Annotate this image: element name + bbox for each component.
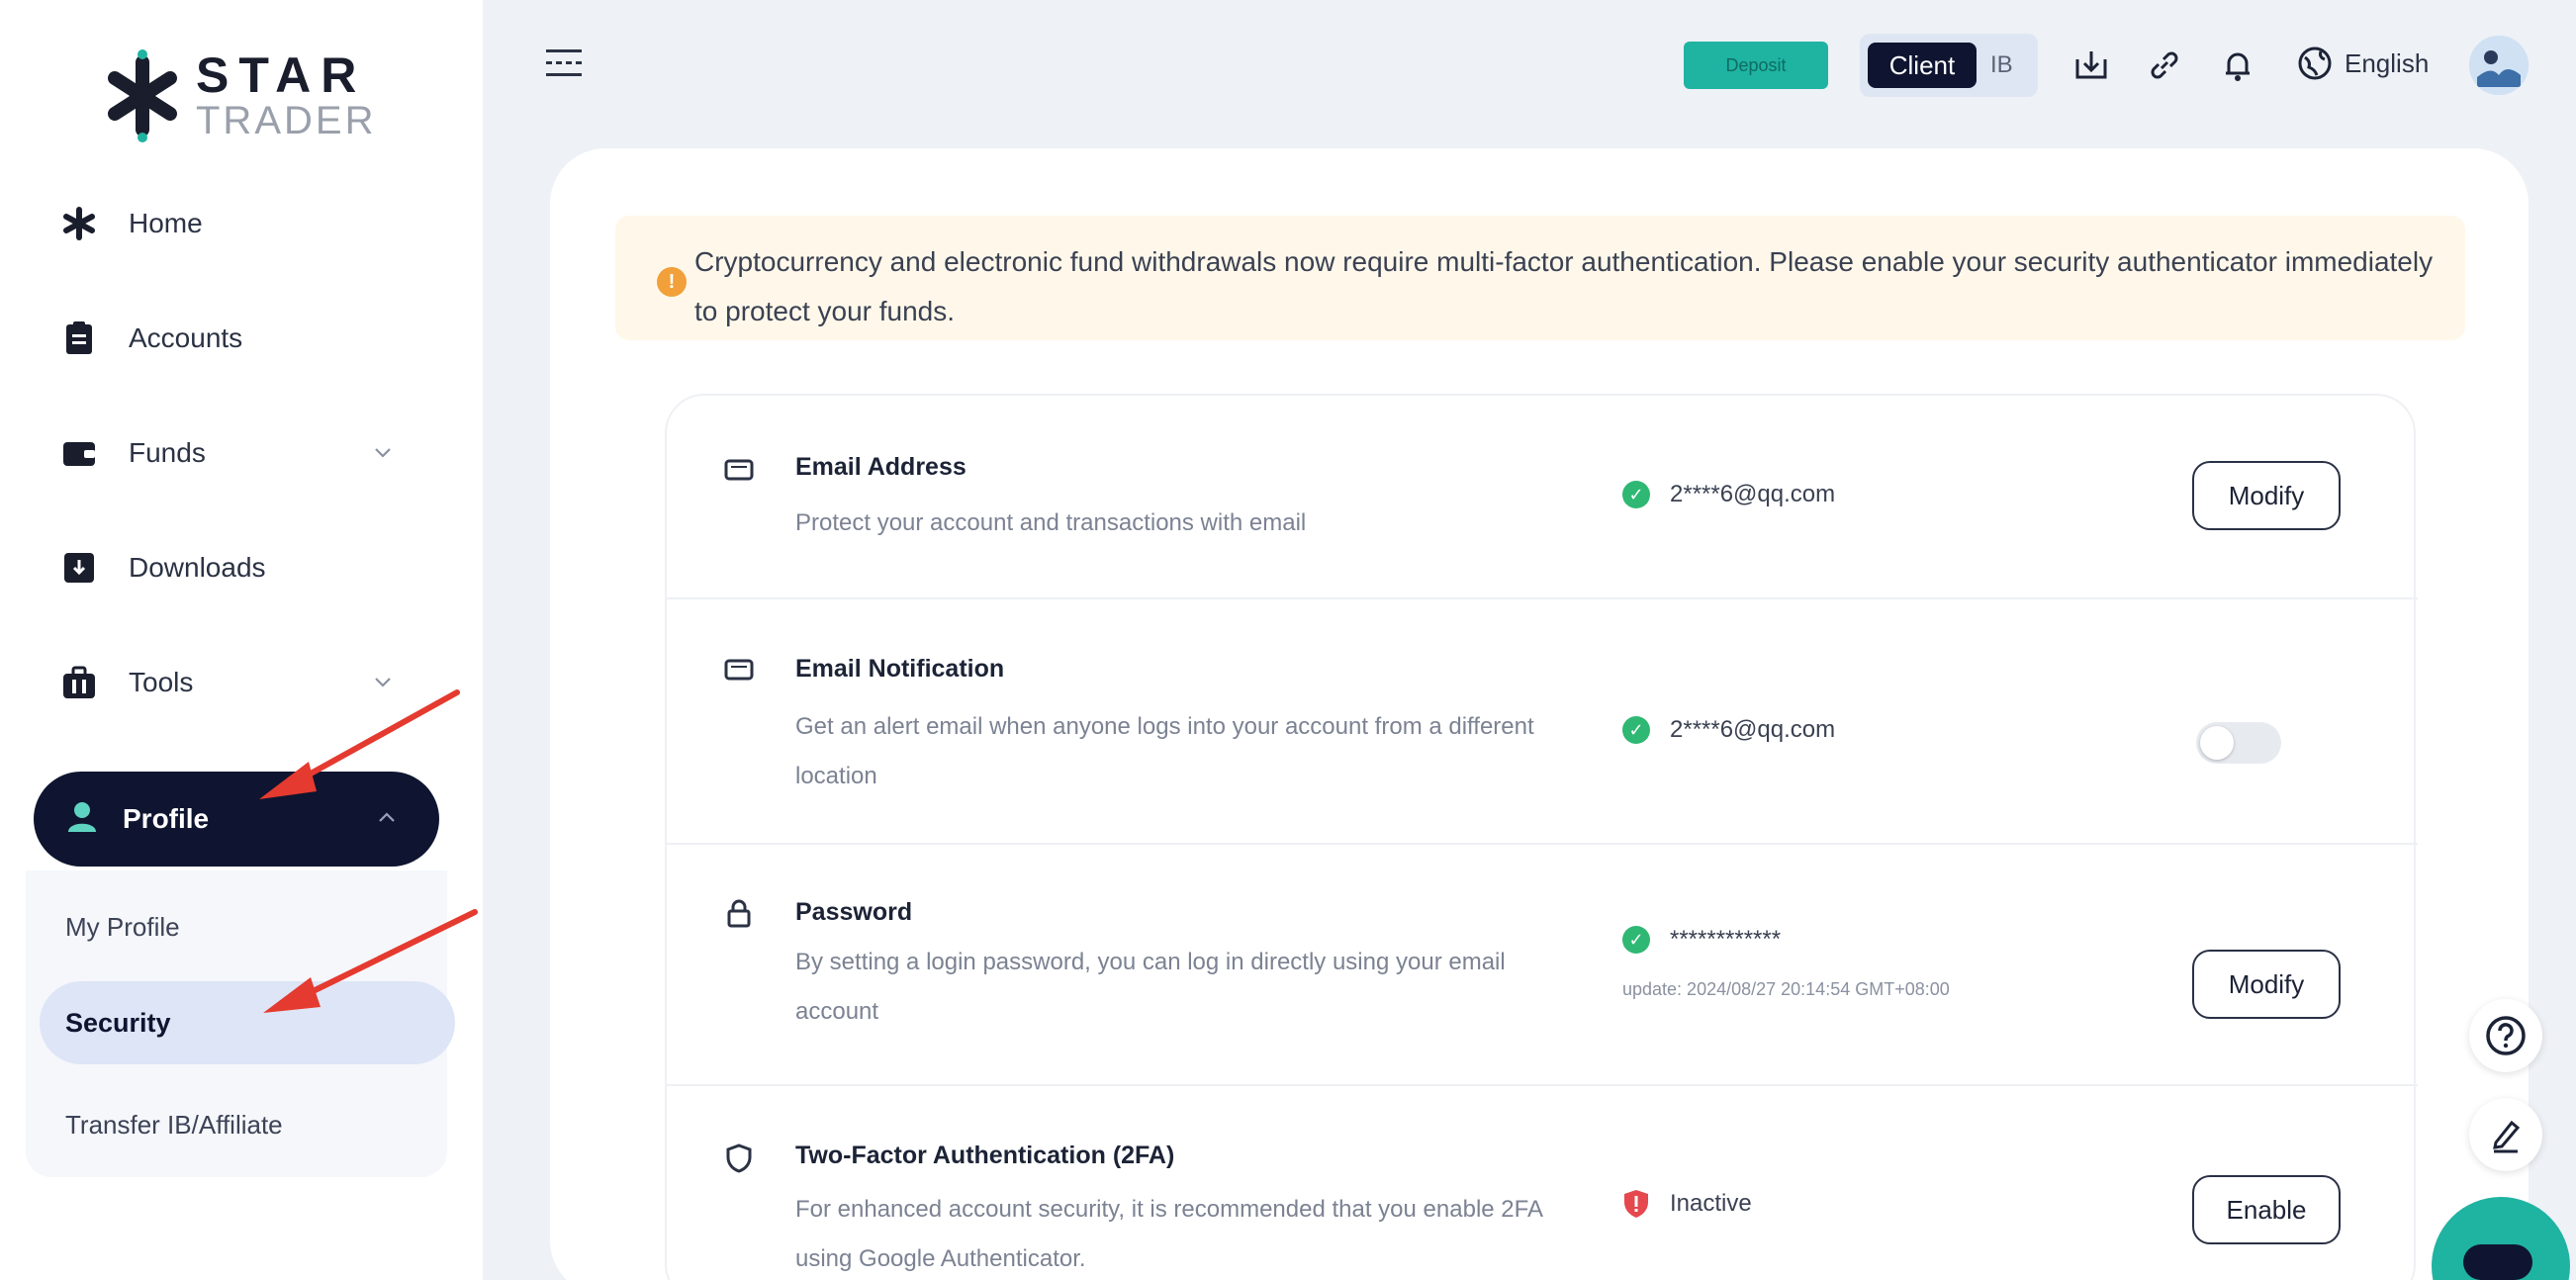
submenu-item-security[interactable]: Security (40, 981, 455, 1064)
row-description: For enhanced account security, it is rec… (795, 1196, 1542, 1272)
bell-icon[interactable] (2218, 46, 2257, 85)
security-row-password: Password By setting a login password, yo… (667, 845, 2418, 1086)
password-update-time: update: 2024/08/27 20:14:54 GMT+08:00 (1622, 979, 1950, 999)
app-root: STAR TRADER Home Accounts Funds Download… (0, 0, 2576, 1280)
warning-icon: ! (657, 267, 687, 297)
sidebar-item-downloads[interactable]: Downloads (59, 538, 415, 597)
modify-password-button[interactable]: Modify (2192, 950, 2341, 1019)
security-row-notification: Email Notification Get an alert email wh… (667, 599, 2418, 845)
row-title: Email Address (795, 453, 966, 481)
security-row-email: Email Address Protect your account and t… (667, 396, 2418, 599)
email-notification-toggle[interactable] (2196, 722, 2281, 764)
clipboard-icon (59, 319, 99, 358)
shield-icon (726, 1143, 752, 1173)
sidebar-item-home[interactable]: Home (59, 194, 415, 253)
toggle-knob (2200, 726, 2234, 760)
password-masked-value: ************ (1670, 926, 1782, 953)
row-description: Get an alert email when anyone logs into… (795, 713, 1534, 789)
user-icon (65, 799, 99, 840)
row-title: Email Notification (795, 655, 1005, 683)
brand-name-top: STAR (196, 47, 367, 103)
sidebar-item-tools[interactable]: Tools (59, 653, 415, 712)
check-circle-icon: ✓ (1622, 716, 1650, 744)
sidebar-item-accounts[interactable]: Accounts (59, 309, 415, 368)
submenu-item-transfer-ib[interactable]: Transfer IB/Affiliate (65, 1110, 283, 1141)
modify-email-button[interactable]: Modify (2192, 461, 2341, 530)
email-icon (724, 659, 754, 681)
check-circle-icon: ✓ (1622, 926, 1650, 954)
sidebar-item-funds[interactable]: Funds (59, 423, 415, 483)
chevron-down-icon[interactable] (370, 669, 396, 694)
sidebar-item-profile[interactable]: Profile (34, 772, 439, 867)
chevron-down-icon[interactable] (370, 439, 396, 465)
security-settings-card: Email Address Protect your account and t… (665, 394, 2418, 1280)
mfa-notice-banner: ! Cryptocurrency and electronic fund wit… (615, 216, 2465, 340)
sidebar-item-label: Downloads (129, 552, 266, 583)
row-description: Protect your account and transactions wi… (795, 509, 1307, 536)
sidebar-item-label: Funds (129, 437, 206, 468)
shield-alert-icon (1624, 1190, 1648, 1218)
profile-submenu: My Profile Security Transfer IB/Affiliat… (26, 870, 455, 1177)
star-icon (59, 204, 99, 243)
language-selector[interactable]: English (2297, 42, 2429, 85)
2fa-status: Inactive (1622, 1189, 1752, 1219)
lock-icon (727, 899, 751, 928)
row-description: By setting a login password, you can log… (795, 949, 1506, 1025)
deposit-button[interactable]: Deposit (1684, 42, 1828, 89)
brand-logo[interactable]: STAR TRADER (103, 42, 400, 150)
globe-icon (2298, 46, 2332, 80)
password-status: ✓ ************ (1622, 926, 1781, 954)
role-ib-tab[interactable]: IB (1990, 51, 2013, 79)
sidebar-item-label: Home (129, 208, 203, 238)
sidebar: STAR TRADER Home Accounts Funds Download… (0, 0, 483, 1280)
language-label: English (2345, 47, 2430, 78)
role-client-tab[interactable]: Client (1868, 43, 1977, 88)
2fa-status-label: Inactive (1670, 1190, 1752, 1217)
notice-text: Cryptocurrency and electronic fund withd… (694, 246, 2434, 326)
download-box-icon (59, 548, 99, 588)
wallet-icon (59, 433, 99, 473)
download-icon[interactable] (2071, 46, 2111, 85)
avatar[interactable] (2469, 36, 2529, 95)
email-icon (724, 459, 754, 481)
role-switch: Client IB (1860, 34, 2038, 97)
security-row-2fa: Two-Factor Authentication (2FA) For enha… (667, 1086, 2418, 1280)
brand-name-bottom: TRADER (196, 99, 377, 142)
feedback-button[interactable] (2469, 1098, 2542, 1171)
question-circle-icon (2486, 1016, 2526, 1055)
avatar-image-icon (2469, 36, 2529, 95)
row-title: Password (795, 898, 913, 926)
notification-email-value: 2****6@qq.com (1670, 716, 1836, 743)
email-status: ✓ 2****6@qq.com (1622, 481, 1835, 508)
row-title: Two-Factor Authentication (2FA) (795, 1142, 1175, 1169)
star-trader-logo-icon (108, 49, 177, 142)
chat-bubble-icon (2463, 1244, 2532, 1280)
submenu-item-my-profile[interactable]: My Profile (65, 912, 180, 943)
check-circle-icon: ✓ (1622, 481, 1650, 508)
notification-status: ✓ 2****6@qq.com (1622, 716, 1835, 744)
sidebar-item-label: Profile (123, 803, 210, 834)
toolbox-icon (59, 663, 99, 702)
sidebar-item-label: Tools (129, 667, 194, 697)
enable-2fa-button[interactable]: Enable (2192, 1175, 2341, 1244)
sidebar-item-label: Accounts (129, 322, 243, 353)
link-icon[interactable] (2145, 46, 2184, 85)
email-value: 2****6@qq.com (1670, 481, 1836, 507)
help-button[interactable] (2469, 999, 2542, 1072)
menu-toggle-icon[interactable] (542, 44, 586, 83)
chevron-up-icon[interactable] (374, 805, 400, 831)
pen-icon (2493, 1120, 2521, 1153)
